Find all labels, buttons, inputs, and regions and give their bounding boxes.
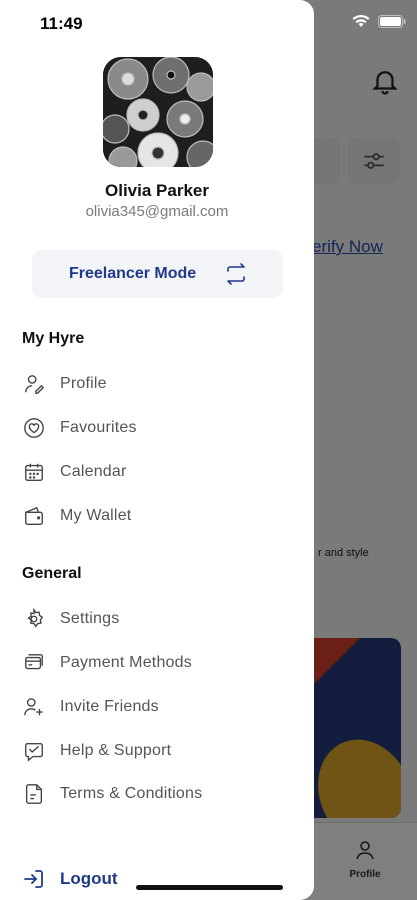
menu-item-terms-conditions[interactable]: Terms & Conditions (22, 779, 292, 809)
home-indicator (136, 885, 283, 890)
swap-icon (227, 263, 245, 285)
user-edit-icon (22, 372, 46, 396)
menu-label: My Wallet (60, 507, 132, 524)
add-user-icon (22, 695, 46, 719)
menu-label: Help & Support (60, 742, 172, 759)
menu-label: Calendar (60, 463, 127, 480)
user-name: Olivia Parker (105, 181, 209, 200)
menu-label: Profile (60, 375, 107, 392)
battery-icon (378, 14, 406, 28)
menu-label: Terms & Conditions (60, 785, 203, 802)
status-icons (344, 14, 406, 28)
freelancer-mode-label: Freelancer Mode (69, 265, 197, 282)
section-title-general: General (22, 565, 82, 582)
menu-item-calendar[interactable]: Calendar (22, 457, 292, 487)
avatar[interactable] (103, 57, 213, 167)
avatar-image (103, 57, 213, 167)
menu-label: Favourites (60, 419, 137, 436)
user-email: olivia345@gmail.com (85, 203, 229, 220)
status-time: 11:49 (40, 14, 83, 33)
menu-item-settings[interactable]: Settings (22, 604, 292, 634)
freelancer-mode-button[interactable]: Freelancer Mode (32, 250, 283, 298)
menu-item-profile[interactable]: Profile (22, 369, 292, 399)
wallet-icon (22, 504, 46, 528)
heart-icon (22, 416, 46, 440)
menu-label: Payment Methods (60, 654, 192, 671)
wifi-icon (352, 14, 370, 27)
document-icon (22, 782, 46, 806)
menu-label: Invite Friends (60, 698, 159, 715)
card-icon (22, 651, 46, 675)
menu-item-help-support[interactable]: Help & Support (22, 736, 292, 766)
menu-item-favourites[interactable]: Favourites (22, 413, 292, 443)
calendar-icon (22, 460, 46, 484)
logout-button[interactable]: Logout (22, 867, 118, 891)
menu-item-invite-friends[interactable]: Invite Friends (22, 692, 292, 722)
menu-item-payment-methods[interactable]: Payment Methods (22, 648, 292, 678)
logout-label: Logout (60, 869, 118, 888)
section-title-my-hyre: My Hyre (22, 330, 85, 347)
side-drawer: 11:49 Olivia Parker olivia345@gmail.com … (0, 0, 314, 900)
logout-icon (24, 870, 43, 888)
menu-label: Settings (60, 610, 120, 627)
menu-item-my-wallet[interactable]: My Wallet (22, 501, 292, 531)
support-icon (22, 739, 46, 763)
gear-icon (22, 607, 46, 631)
